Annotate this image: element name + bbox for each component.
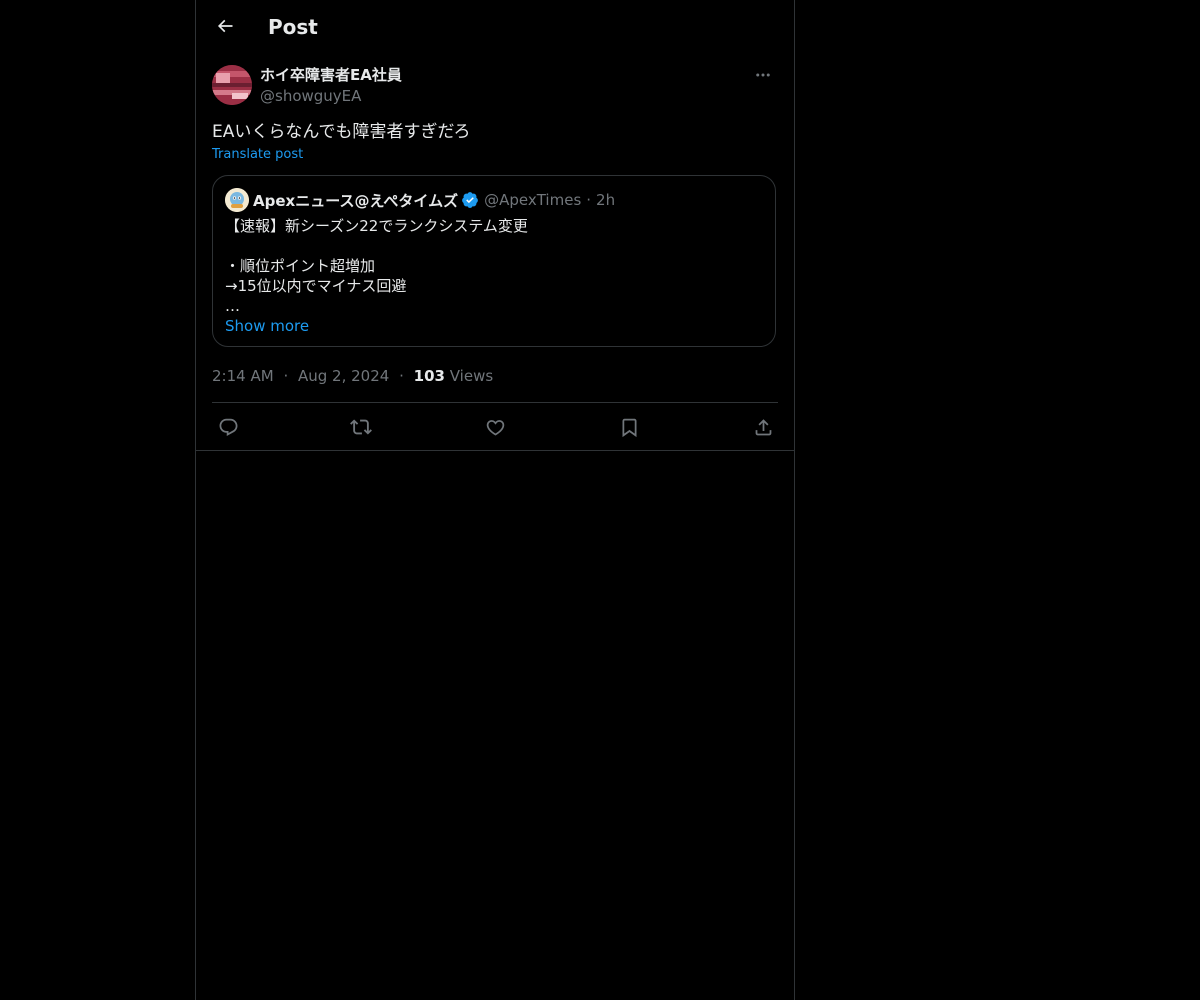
like-icon [485,417,506,438]
quote-author-avatar [225,188,249,212]
translate-post-link[interactable]: Translate post [212,146,303,164]
quote-header: Apexニュース@えぺタイムズ @ApexTimes · 2h [225,188,615,212]
quote-timestamp: 2h [596,191,616,209]
author-handle[interactable]: @showguyEA [260,86,402,106]
post-actions [212,403,778,450]
bookmark-icon [619,417,640,438]
share-button[interactable] [751,415,775,439]
post-text: EAいくらなんでも障害者すぎだろ [212,122,471,142]
author-display-name[interactable]: ホイ卒障害者EA社員 [260,65,402,85]
post-author: ホイ卒障害者EA社員 @showguyEA [212,65,778,107]
quote-body: 【速報】新シーズン22でランクシステム変更 ・順位ポイント超増加 →15位以内で… [225,217,528,315]
meta-separator: · [399,367,404,385]
arrow-left-icon [215,16,235,36]
more-options-button[interactable] [748,63,778,87]
page-title: Post [268,15,318,39]
reply-button[interactable] [216,415,240,439]
quote-author-handle: @ApexTimes [484,191,582,209]
quote-separator: · [586,191,592,209]
repost-icon [350,416,372,438]
post-time[interactable]: 2:14 AM [212,367,274,385]
bookmark-button[interactable] [617,415,641,439]
repost-button[interactable] [349,415,373,439]
post-date[interactable]: Aug 2, 2024 [298,367,389,385]
show-more-link[interactable]: Show more [225,316,309,336]
views-count: 103 [413,367,445,385]
main-column: Post ホイ卒障害者EA社員 @showguyEA EAいくらなんでも障害者す… [195,0,795,1000]
author-avatar[interactable] [212,65,252,105]
post-metadata: 2:14 AM · Aug 2, 2024 · 103 Views [212,366,493,386]
views-label: Views [449,367,494,385]
more-icon [754,66,772,84]
share-icon [753,417,774,438]
quote-author-name: Apexニュース@えぺタイムズ [253,191,459,210]
verified-badge-icon [461,191,479,209]
meta-separator: · [283,367,289,385]
like-button[interactable] [483,415,507,439]
page-header: Post [196,0,794,53]
reply-icon [218,417,239,438]
divider [196,450,794,451]
quoted-post[interactable]: Apexニュース@えぺタイムズ @ApexTimes · 2h 【速報】新シーズ… [212,175,776,347]
back-button[interactable] [208,9,242,43]
